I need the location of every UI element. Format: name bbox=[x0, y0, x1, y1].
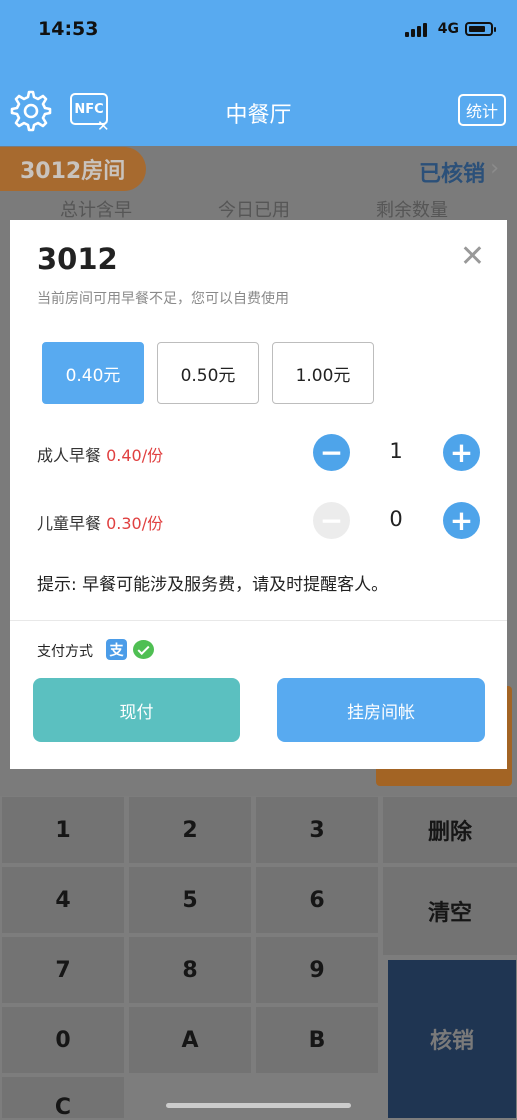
child-breakfast-label: 儿童早餐 bbox=[37, 514, 102, 533]
close-icon[interactable]: ✕ bbox=[460, 242, 485, 272]
child-plus-button[interactable]: + bbox=[443, 502, 480, 539]
key-0[interactable]: 0 bbox=[2, 1007, 124, 1073]
home-indicator[interactable] bbox=[166, 1103, 351, 1108]
room-pill: 3012房间 bbox=[0, 147, 146, 191]
header-total: 总计含早 bbox=[60, 200, 132, 221]
battery-icon bbox=[465, 22, 496, 36]
divider bbox=[10, 620, 507, 621]
price-option-2[interactable]: 1.00元 bbox=[272, 342, 374, 404]
key-4[interactable]: 4 bbox=[2, 867, 124, 933]
key-7[interactable]: 7 bbox=[2, 937, 124, 1003]
wechat-pay-icon bbox=[133, 640, 154, 659]
stats-button[interactable]: 统计 bbox=[458, 94, 506, 126]
key-5[interactable]: 5 bbox=[129, 867, 251, 933]
payment-method-label: 支付方式 bbox=[37, 644, 93, 660]
charge-room-button[interactable]: 挂房间帐 bbox=[277, 678, 485, 742]
header-used-today: 今日已用 bbox=[218, 200, 290, 221]
clear-key[interactable]: 清空 bbox=[383, 867, 517, 955]
header-remaining: 剩余数量 bbox=[376, 200, 448, 221]
key-9[interactable]: 9 bbox=[256, 937, 378, 1003]
breakfast-dialog: 3012 ✕ 当前房间可用早餐不足，您可以自费使用 0.40元 0.50元 1.… bbox=[10, 220, 507, 769]
adult-plus-button[interactable]: + bbox=[443, 434, 480, 471]
dialog-room-number: 3012 bbox=[37, 242, 118, 276]
verify-key[interactable]: 核销 bbox=[388, 960, 516, 1118]
key-a[interactable]: A bbox=[129, 1007, 251, 1073]
child-minus-button[interactable]: − bbox=[313, 502, 350, 539]
status-time: 14:53 bbox=[38, 18, 99, 40]
verified-status[interactable]: 已核销 bbox=[419, 156, 485, 188]
adult-breakfast-price: 0.40/份 bbox=[106, 446, 164, 465]
summary-headers: 总计含早 今日已用 剩余数量 bbox=[0, 196, 517, 221]
delete-key[interactable]: 删除 bbox=[383, 797, 517, 863]
child-breakfast-row: 儿童早餐 0.30/份 bbox=[37, 510, 163, 534]
adult-breakfast-label: 成人早餐 bbox=[37, 446, 102, 465]
dialog-note: 当前房间可用早餐不足，您可以自费使用 bbox=[37, 291, 289, 307]
key-6[interactable]: 6 bbox=[256, 867, 378, 933]
network-type: 4G bbox=[437, 21, 459, 37]
nav-bar: NFC ✕ 中餐厅 统计 bbox=[0, 62, 517, 146]
adult-breakfast-row: 成人早餐 0.40/份 bbox=[37, 442, 163, 466]
key-1[interactable]: 1 bbox=[2, 797, 124, 863]
service-fee-tip: 提示: 早餐可能涉及服务费，请及时提醒客人。 bbox=[37, 575, 389, 595]
price-option-0[interactable]: 0.40元 bbox=[42, 342, 144, 404]
signal-icon bbox=[405, 23, 427, 37]
alipay-icon: 支 bbox=[106, 639, 127, 660]
chevron-right-icon: › bbox=[490, 156, 499, 181]
adult-quantity: 1 bbox=[389, 439, 403, 463]
key-c[interactable]: C bbox=[2, 1077, 124, 1120]
price-option-1[interactable]: 0.50元 bbox=[157, 342, 259, 404]
key-2[interactable]: 2 bbox=[129, 797, 251, 863]
key-b[interactable]: B bbox=[256, 1007, 378, 1073]
page-title: 中餐厅 bbox=[225, 103, 292, 128]
child-quantity: 0 bbox=[389, 507, 403, 531]
key-8[interactable]: 8 bbox=[129, 937, 251, 1003]
key-3[interactable]: 3 bbox=[256, 797, 378, 863]
status-bar: 14:53 4G bbox=[0, 0, 517, 62]
pay-cash-button[interactable]: 现付 bbox=[33, 678, 240, 742]
adult-minus-button[interactable]: − bbox=[313, 434, 350, 471]
child-breakfast-price: 0.30/份 bbox=[106, 514, 164, 533]
